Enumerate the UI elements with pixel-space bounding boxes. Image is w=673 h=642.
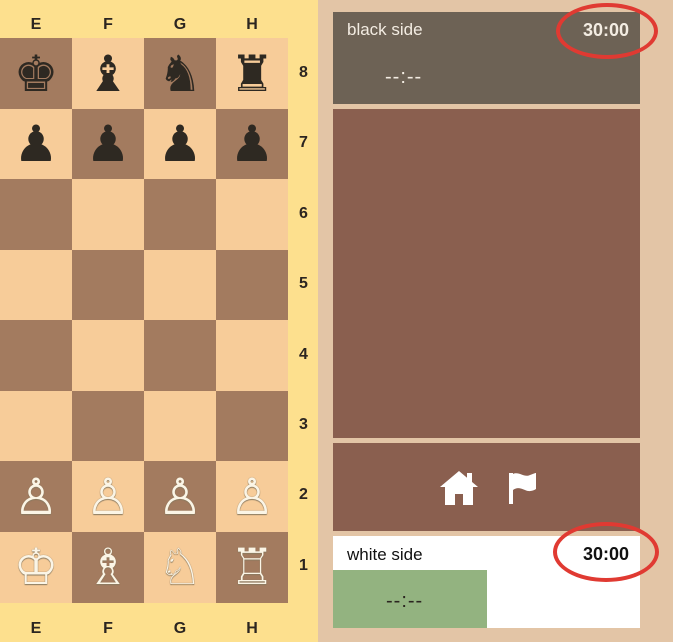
- white-side-label: white side: [347, 545, 423, 564]
- board-square-h4[interactable]: [216, 320, 288, 391]
- white-piece-icon[interactable]: ♔: [14, 542, 59, 592]
- board-square-f5[interactable]: [72, 249, 144, 321]
- file-label-bottom: F: [103, 620, 113, 637]
- board-square-h7[interactable]: ♟: [216, 108, 288, 180]
- board-square-g2[interactable]: ♙: [144, 461, 216, 532]
- game-controls-panel: [333, 443, 640, 531]
- board-square-g8[interactable]: ♞: [144, 38, 216, 109]
- file-label-bottom: G: [173, 620, 187, 637]
- white-piece-icon[interactable]: ♙: [158, 472, 203, 522]
- black-piece-icon[interactable]: ♚: [14, 49, 59, 99]
- black-total-time: 30:00: [582, 20, 629, 40]
- board-square-f3[interactable]: [72, 390, 144, 462]
- board-square-g5[interactable]: [144, 249, 216, 321]
- move-list-panel: [333, 109, 640, 438]
- rank-label: 6: [299, 205, 308, 222]
- black-side-label: black side: [347, 20, 423, 39]
- white-piece-icon[interactable]: ♙: [230, 472, 275, 522]
- file-label-top: H: [246, 16, 258, 33]
- board-square-e6[interactable]: [0, 179, 72, 250]
- white-piece-icon[interactable]: ♖: [230, 542, 275, 592]
- board-square-f4[interactable]: [72, 320, 144, 391]
- file-label-bottom: H: [246, 620, 258, 637]
- board-square-h8[interactable]: ♜: [216, 38, 288, 109]
- board-square-e8[interactable]: ♚: [0, 38, 72, 109]
- black-piece-icon[interactable]: ♟: [230, 119, 275, 169]
- rank-label: 7: [299, 134, 308, 151]
- board-square-g7[interactable]: ♟: [144, 108, 216, 180]
- white-move-clock: --:--: [386, 590, 424, 612]
- file-label-top: G: [173, 16, 187, 33]
- home-icon: [440, 471, 478, 505]
- rank-label: 3: [299, 416, 308, 433]
- resign-flag-button[interactable]: [501, 466, 545, 510]
- white-active-clock: --:--: [333, 570, 487, 628]
- board-square-e4[interactable]: [0, 320, 72, 391]
- rank-label: 2: [299, 486, 308, 503]
- board-square-e2[interactable]: ♙: [0, 461, 72, 532]
- board-square-f2[interactable]: ♙: [72, 461, 144, 532]
- board-square-h6[interactable]: [216, 179, 288, 250]
- board-square-f1[interactable]: ♗: [72, 531, 144, 603]
- rank-label: 1: [299, 557, 308, 574]
- board-square-e3[interactable]: [0, 390, 72, 462]
- rank-label: 4: [299, 346, 308, 363]
- white-total-time: 30:00: [582, 544, 629, 564]
- white-piece-icon[interactable]: ♙: [86, 472, 131, 522]
- black-piece-icon[interactable]: ♝: [86, 49, 131, 99]
- board-square-e1[interactable]: ♔: [0, 531, 72, 603]
- board-square-h3[interactable]: [216, 390, 288, 462]
- home-button[interactable]: [437, 466, 481, 510]
- black-piece-icon[interactable]: ♜: [230, 49, 275, 99]
- flag-icon: [509, 473, 536, 504]
- file-label-top: E: [30, 16, 42, 33]
- board-square-g4[interactable]: [144, 320, 216, 391]
- white-player-panel: white side 30:00 --:--: [333, 536, 640, 628]
- black-piece-icon[interactable]: ♟: [14, 119, 59, 169]
- chess-board-frame: E F G H E F G H 8 7 6 5 4 3 2 1 ♚ ♝ ♞ ♜ ♟ ♟ ♟ ♟…: [0, 0, 318, 642]
- file-label-top: F: [103, 16, 113, 33]
- board-square-f7[interactable]: ♟: [72, 108, 144, 180]
- board-square-e7[interactable]: ♟: [0, 108, 72, 180]
- black-piece-icon[interactable]: ♞: [158, 49, 203, 99]
- board-square-f6[interactable]: [72, 179, 144, 250]
- white-piece-icon[interactable]: ♘: [158, 542, 203, 592]
- rank-label: 8: [299, 64, 308, 81]
- board-square-h2[interactable]: ♙: [216, 461, 288, 532]
- board-square-g3[interactable]: [144, 390, 216, 462]
- black-player-panel: black side 30:00 --:--: [333, 12, 640, 104]
- board-square-h5[interactable]: [216, 249, 288, 321]
- board-square-f8[interactable]: ♝: [72, 38, 144, 109]
- white-piece-icon[interactable]: ♙: [14, 472, 59, 522]
- board-square-h1[interactable]: ♖: [216, 531, 288, 603]
- rank-label: 5: [299, 275, 308, 292]
- white-piece-icon[interactable]: ♗: [86, 542, 131, 592]
- black-move-clock: --:--: [385, 66, 423, 88]
- board-square-e5[interactable]: [0, 249, 72, 321]
- file-label-bottom: E: [30, 620, 42, 637]
- board-square-g6[interactable]: [144, 179, 216, 250]
- board-square-g1[interactable]: ♘: [144, 531, 216, 603]
- black-piece-icon[interactable]: ♟: [158, 119, 203, 169]
- black-piece-icon[interactable]: ♟: [86, 119, 131, 169]
